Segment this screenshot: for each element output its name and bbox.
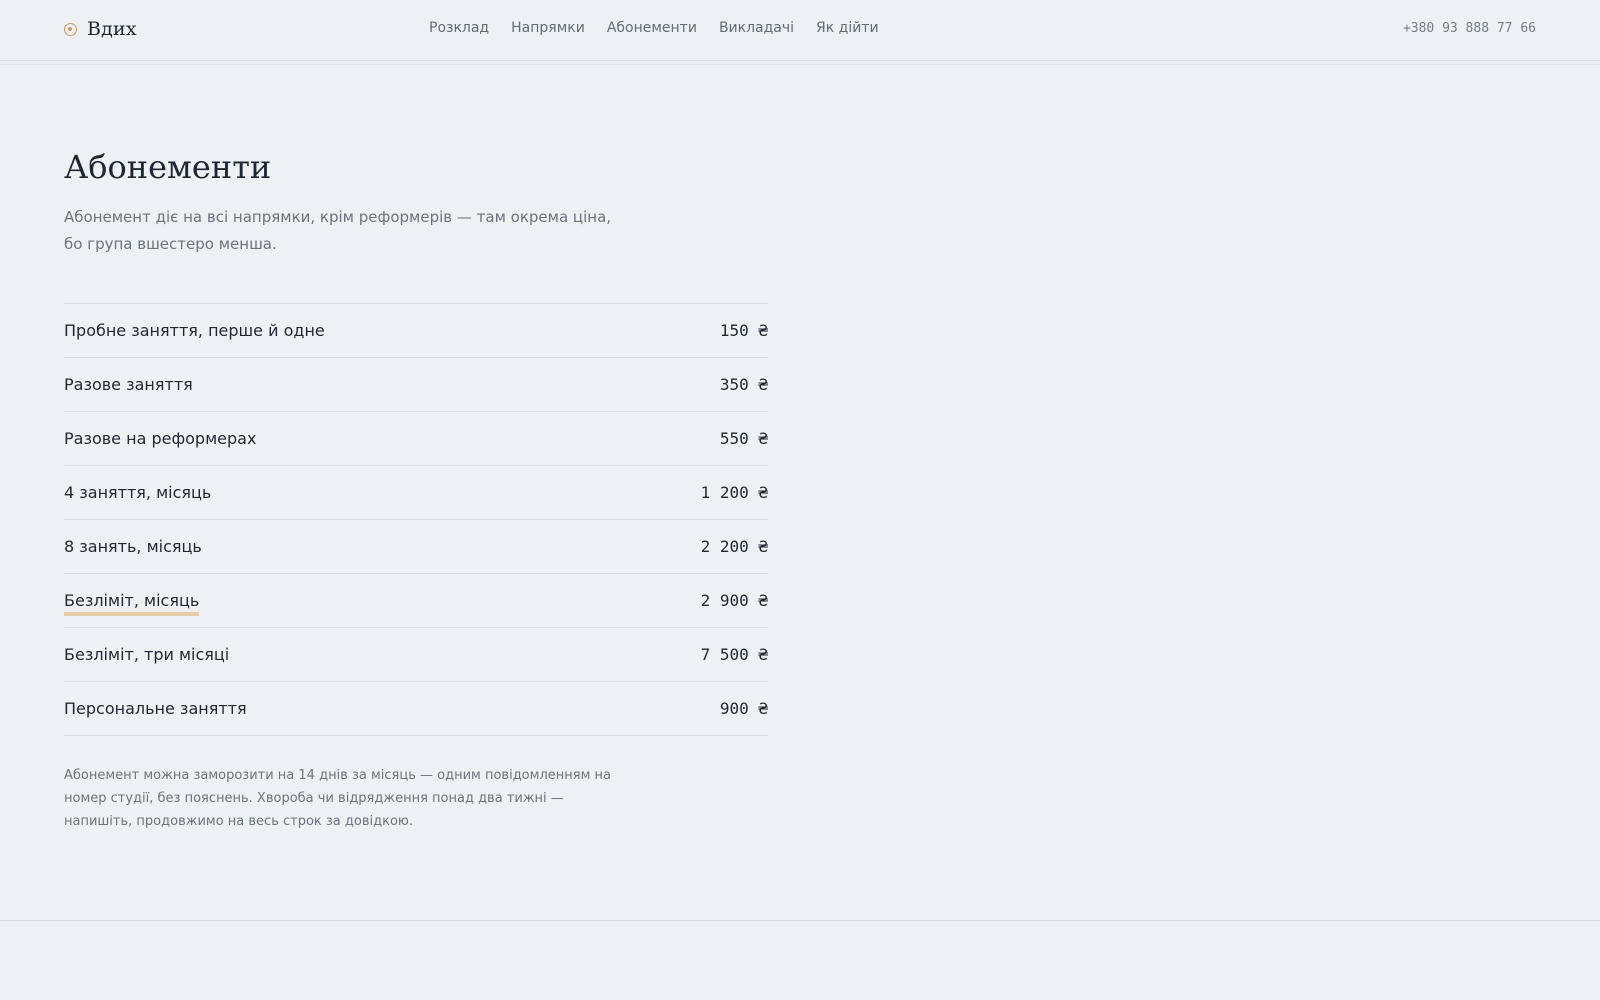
- brand-name: Вдих: [87, 18, 137, 40]
- memberships-section: Абонементи Абонемент діє на всі напрямки…: [64, 148, 768, 846]
- price-label: 8 занять, місяць: [64, 537, 202, 556]
- nav-item-teachers[interactable]: Викладачі: [719, 20, 794, 36]
- price-label: Безліміт, місяць: [64, 591, 200, 616]
- price-row[interactable]: Разове на реформерах 550 ₴: [64, 412, 768, 466]
- price-value: 550 ₴: [719, 429, 768, 448]
- phone-link[interactable]: +380 93 888 77 66: [1403, 21, 1536, 36]
- price-value: 2 900 ₴: [700, 591, 768, 610]
- main-nav: Розклад Напрямки Абонементи Викладачі Як…: [429, 20, 879, 36]
- price-list: Пробне заняття, перше й одне 150 ₴ Разов…: [64, 303, 768, 736]
- price-value: 350 ₴: [719, 375, 768, 394]
- price-row[interactable]: 8 занять, місяць 2 200 ₴: [64, 520, 768, 574]
- price-value: 2 200 ₴: [700, 537, 768, 556]
- circle-dot-icon: [64, 22, 77, 36]
- footer-divider: [0, 920, 1600, 921]
- price-row[interactable]: Пробне заняття, перше й одне 150 ₴: [64, 304, 768, 358]
- price-row-highlighted[interactable]: Безліміт, місяць 2 900 ₴: [64, 574, 768, 628]
- price-row[interactable]: Безліміт, три місяці 7 500 ₴: [64, 628, 768, 682]
- price-row[interactable]: Разове заняття 350 ₴: [64, 358, 768, 412]
- nav-item-directions[interactable]: Напрямки: [511, 20, 585, 36]
- price-value: 150 ₴: [719, 321, 768, 340]
- nav-item-memberships[interactable]: Абонементи: [607, 20, 697, 36]
- price-label: Разове на реформерах: [64, 429, 257, 448]
- price-label: Безліміт, три місяці: [64, 645, 230, 664]
- intro-text: Абонемент діє на всі напрямки, крім рефо…: [64, 208, 612, 253]
- price-row[interactable]: Персональне заняття 900 ₴: [64, 682, 768, 736]
- price-row[interactable]: 4 заняття, місяць 1 200 ₴: [64, 466, 768, 520]
- page-title: Абонементи: [64, 148, 272, 186]
- price-value: 7 500 ₴: [700, 645, 768, 664]
- logo[interactable]: Вдих: [64, 18, 137, 40]
- nav-item-directions-map[interactable]: Як дійти: [816, 20, 879, 36]
- header-divider: [0, 64, 1600, 65]
- price-value: 900 ₴: [719, 699, 768, 718]
- nav-item-schedule[interactable]: Розклад: [429, 20, 489, 36]
- price-value: 1 200 ₴: [700, 483, 768, 502]
- price-label: Разове заняття: [64, 375, 193, 394]
- price-label: 4 заняття, місяць: [64, 483, 212, 502]
- price-label: Персональне заняття: [64, 699, 247, 718]
- price-label: Пробне заняття, перше й одне: [64, 321, 325, 340]
- site-header: Вдих Розклад Напрямки Абонементи Виклада…: [0, 0, 1600, 61]
- freeze-note: Абонемент можна заморозити на 14 днів за…: [64, 768, 611, 829]
